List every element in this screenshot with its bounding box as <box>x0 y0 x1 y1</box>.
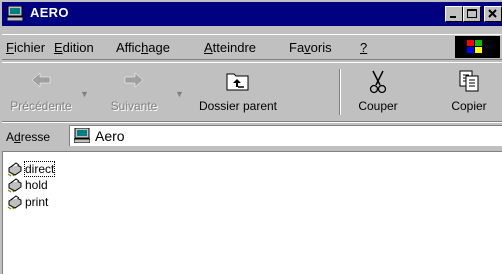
title-bar[interactable]: AERO <box>2 2 502 26</box>
toolbar: Précédente ▼ Suivante ▼ Dossier parent C… <box>2 62 502 122</box>
forward-arrow-icon <box>124 72 144 88</box>
network-printer-icon <box>7 178 22 193</box>
folder-up-icon <box>226 73 249 91</box>
computer-icon <box>74 128 90 143</box>
back-button[interactable]: Précédente <box>2 63 80 121</box>
close-button[interactable] <box>484 6 502 22</box>
menu-edition[interactable]: Edition <box>54 40 94 55</box>
window-title: AERO <box>30 5 69 20</box>
copy-button[interactable]: Copier <box>436 63 502 121</box>
forward-dropdown-icon[interactable]: ▼ <box>175 89 184 99</box>
menu-help[interactable]: ? <box>360 40 367 55</box>
menu-favoris[interactable]: Favoris <box>289 40 332 55</box>
copy-icon <box>459 70 479 92</box>
menu-bar: Fichier Edition Affichage Atteindre Favo… <box>2 34 502 60</box>
file-list: direct hold print <box>2 151 502 274</box>
scissors-icon <box>369 70 387 94</box>
windows-logo <box>455 36 500 58</box>
maximize-button[interactable] <box>463 6 481 22</box>
network-printer-icon <box>7 195 22 210</box>
minimize-button[interactable] <box>445 6 463 22</box>
toolbar-separator <box>339 69 341 115</box>
minimize-icon <box>450 16 456 18</box>
menu-affichage[interactable]: Affichage <box>116 40 170 55</box>
explorer-window: AERO Fichier Edition Affichage Atteindre… <box>0 0 502 274</box>
address-bar: Adresse Aero <box>2 122 502 149</box>
cut-button[interactable]: Couper <box>342 63 414 121</box>
up-folder-button[interactable]: Dossier parent <box>188 63 288 121</box>
menu-fichier[interactable]: Fichier <box>6 40 45 55</box>
windows-flag-icon <box>467 40 482 53</box>
forward-button[interactable]: Suivante <box>94 63 174 121</box>
back-arrow-icon <box>31 72 51 88</box>
address-field[interactable]: Aero <box>69 125 502 146</box>
address-value: Aero <box>95 128 125 144</box>
network-printer-icon <box>7 162 22 177</box>
close-icon <box>488 9 497 18</box>
maximize-icon <box>467 9 477 18</box>
computer-icon <box>7 6 23 21</box>
back-dropdown-icon[interactable]: ▼ <box>80 89 89 99</box>
address-label: Adresse <box>6 130 51 144</box>
menu-atteindre[interactable]: Atteindre <box>204 40 256 55</box>
